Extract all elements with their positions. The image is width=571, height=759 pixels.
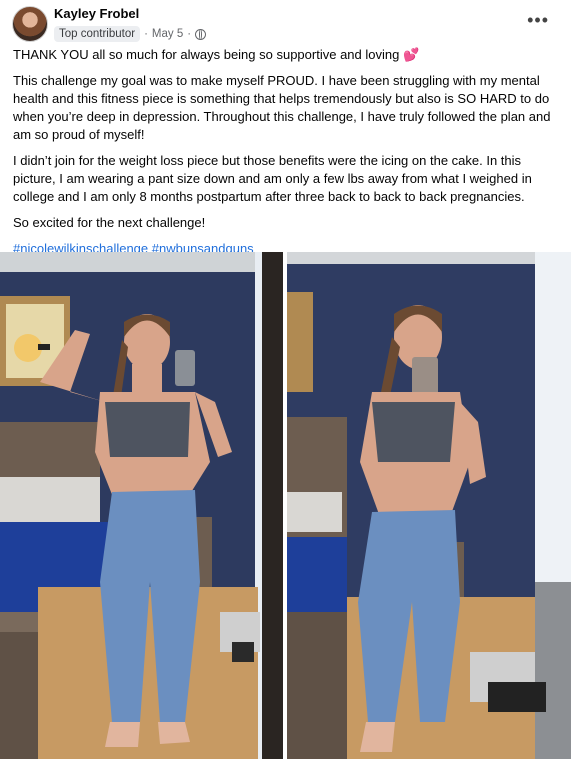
separator: ·	[187, 28, 192, 40]
progress-photo-right[interactable]	[287, 252, 571, 759]
post-paragraph: So excited for the next challenge!	[13, 215, 206, 230]
post-text: THANK YOU all so much for always being s…	[13, 46, 558, 266]
author-name[interactable]: Kayley Frobel	[54, 6, 139, 21]
post-date[interactable]: May 5	[152, 28, 183, 40]
post-header: Kayley Frobel Top contributor · May 5 · …	[12, 6, 559, 44]
photo-grid	[0, 252, 571, 759]
more-options-icon[interactable]: •••	[527, 10, 549, 31]
avatar[interactable]	[12, 6, 48, 42]
post-paragraph: I didn’t join for the weight loss piece …	[13, 153, 532, 204]
separator: ·	[144, 28, 148, 40]
top-contributor-badge[interactable]: Top contributor	[54, 26, 141, 42]
progress-photo-left[interactable]	[0, 252, 283, 759]
post-paragraph: THANK YOU all so much for always being s…	[13, 47, 420, 62]
post-meta: Top contributor · May 5 ·	[54, 25, 207, 43]
post-paragraph: This challenge my goal was to make mysel…	[13, 73, 551, 142]
globe-icon	[195, 28, 207, 40]
post-card: Kayley Frobel Top contributor · May 5 · …	[0, 0, 571, 759]
photo-divider	[283, 252, 287, 759]
